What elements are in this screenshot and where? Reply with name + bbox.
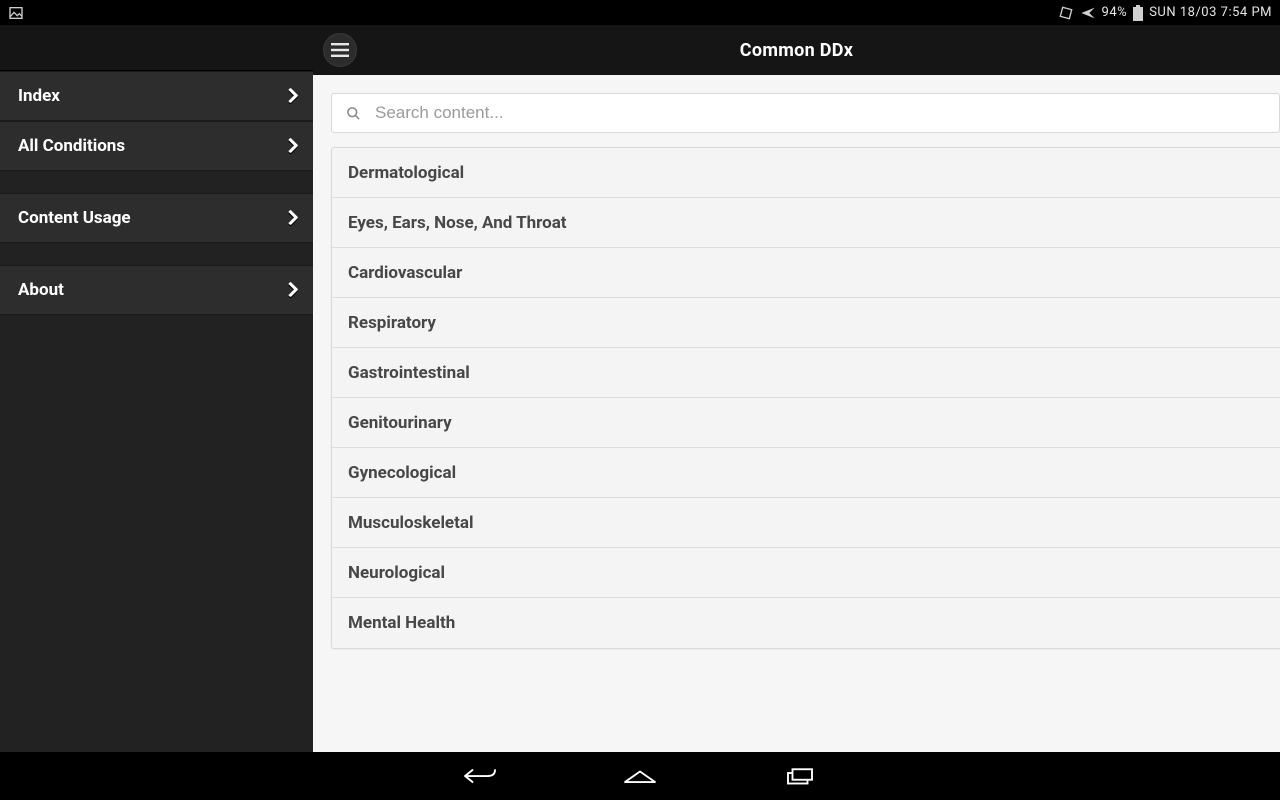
sidebar: Index All Conditions Content Usage About [0, 25, 313, 752]
list-item[interactable]: Dermatological [332, 148, 1280, 198]
list-item[interactable]: Mental Health [332, 598, 1280, 648]
list-item-label: Eyes, Ears, Nose, And Throat [348, 213, 567, 233]
list-item[interactable]: Respiratory [332, 298, 1280, 348]
sidebar-item-label: Index [18, 86, 60, 106]
status-bar: 94% SUN 18/03 7:54 PM [0, 0, 1280, 25]
list-item[interactable]: Gastrointestinal [332, 348, 1280, 398]
app-bar: Common DDx [313, 25, 1280, 75]
chevron-right-icon [283, 208, 295, 228]
page-title: Common DDx [740, 40, 853, 61]
search-icon [346, 106, 361, 121]
battery-icon [1133, 5, 1143, 21]
list-item-label: Cardiovascular [348, 263, 462, 283]
battery-percent: 94% [1102, 5, 1128, 20]
back-icon [462, 765, 498, 787]
system-nav-bar [0, 752, 1280, 800]
list-item[interactable]: Cardiovascular [332, 248, 1280, 298]
list-item[interactable]: Eyes, Ears, Nose, And Throat [332, 198, 1280, 248]
list-item-label: Dermatological [348, 163, 464, 183]
status-datetime: SUN 18/03 7:54 PM [1149, 5, 1272, 20]
chevron-right-icon [283, 86, 295, 106]
rotate-icon [1058, 5, 1074, 21]
home-button[interactable] [620, 756, 660, 796]
search-input[interactable] [375, 103, 1265, 123]
sidebar-item-label: Content Usage [18, 208, 131, 228]
list-item-label: Neurological [348, 563, 445, 583]
sidebar-item-label: About [18, 280, 64, 300]
list-item-label: Gastrointestinal [348, 363, 470, 383]
sidebar-item-index[interactable]: Index [0, 71, 313, 121]
list-item-label: Mental Health [348, 613, 455, 633]
sidebar-item-about[interactable]: About [0, 265, 313, 315]
gallery-icon [8, 5, 24, 21]
recents-button[interactable] [780, 756, 820, 796]
sidebar-divider [0, 243, 313, 265]
list-item-label: Genitourinary [348, 413, 452, 433]
sidebar-header [0, 25, 313, 71]
menu-button[interactable] [323, 33, 357, 67]
recents-icon [782, 765, 818, 787]
list-item[interactable]: Genitourinary [332, 398, 1280, 448]
back-button[interactable] [460, 756, 500, 796]
airplane-icon [1080, 5, 1096, 21]
sidebar-item-content-usage[interactable]: Content Usage [0, 193, 313, 243]
sidebar-item-all-conditions[interactable]: All Conditions [0, 121, 313, 171]
list-item[interactable]: Gynecological [332, 448, 1280, 498]
hamburger-icon [331, 43, 349, 57]
list-item-label: Gynecological [348, 463, 456, 483]
list-item-label: Respiratory [348, 313, 436, 333]
chevron-right-icon [283, 280, 295, 300]
list-item[interactable]: Musculoskeletal [332, 498, 1280, 548]
sidebar-item-label: All Conditions [18, 136, 125, 156]
search-box[interactable] [331, 93, 1280, 133]
list-item-label: Musculoskeletal [348, 513, 473, 533]
chevron-right-icon [283, 136, 295, 156]
home-icon [622, 765, 658, 787]
list-item[interactable]: Neurological [332, 548, 1280, 598]
sidebar-divider [0, 171, 313, 193]
main-panel: Common DDx Dermatological Eyes, Ears, No… [313, 25, 1280, 752]
category-list: Dermatological Eyes, Ears, Nose, And Thr… [331, 147, 1280, 649]
